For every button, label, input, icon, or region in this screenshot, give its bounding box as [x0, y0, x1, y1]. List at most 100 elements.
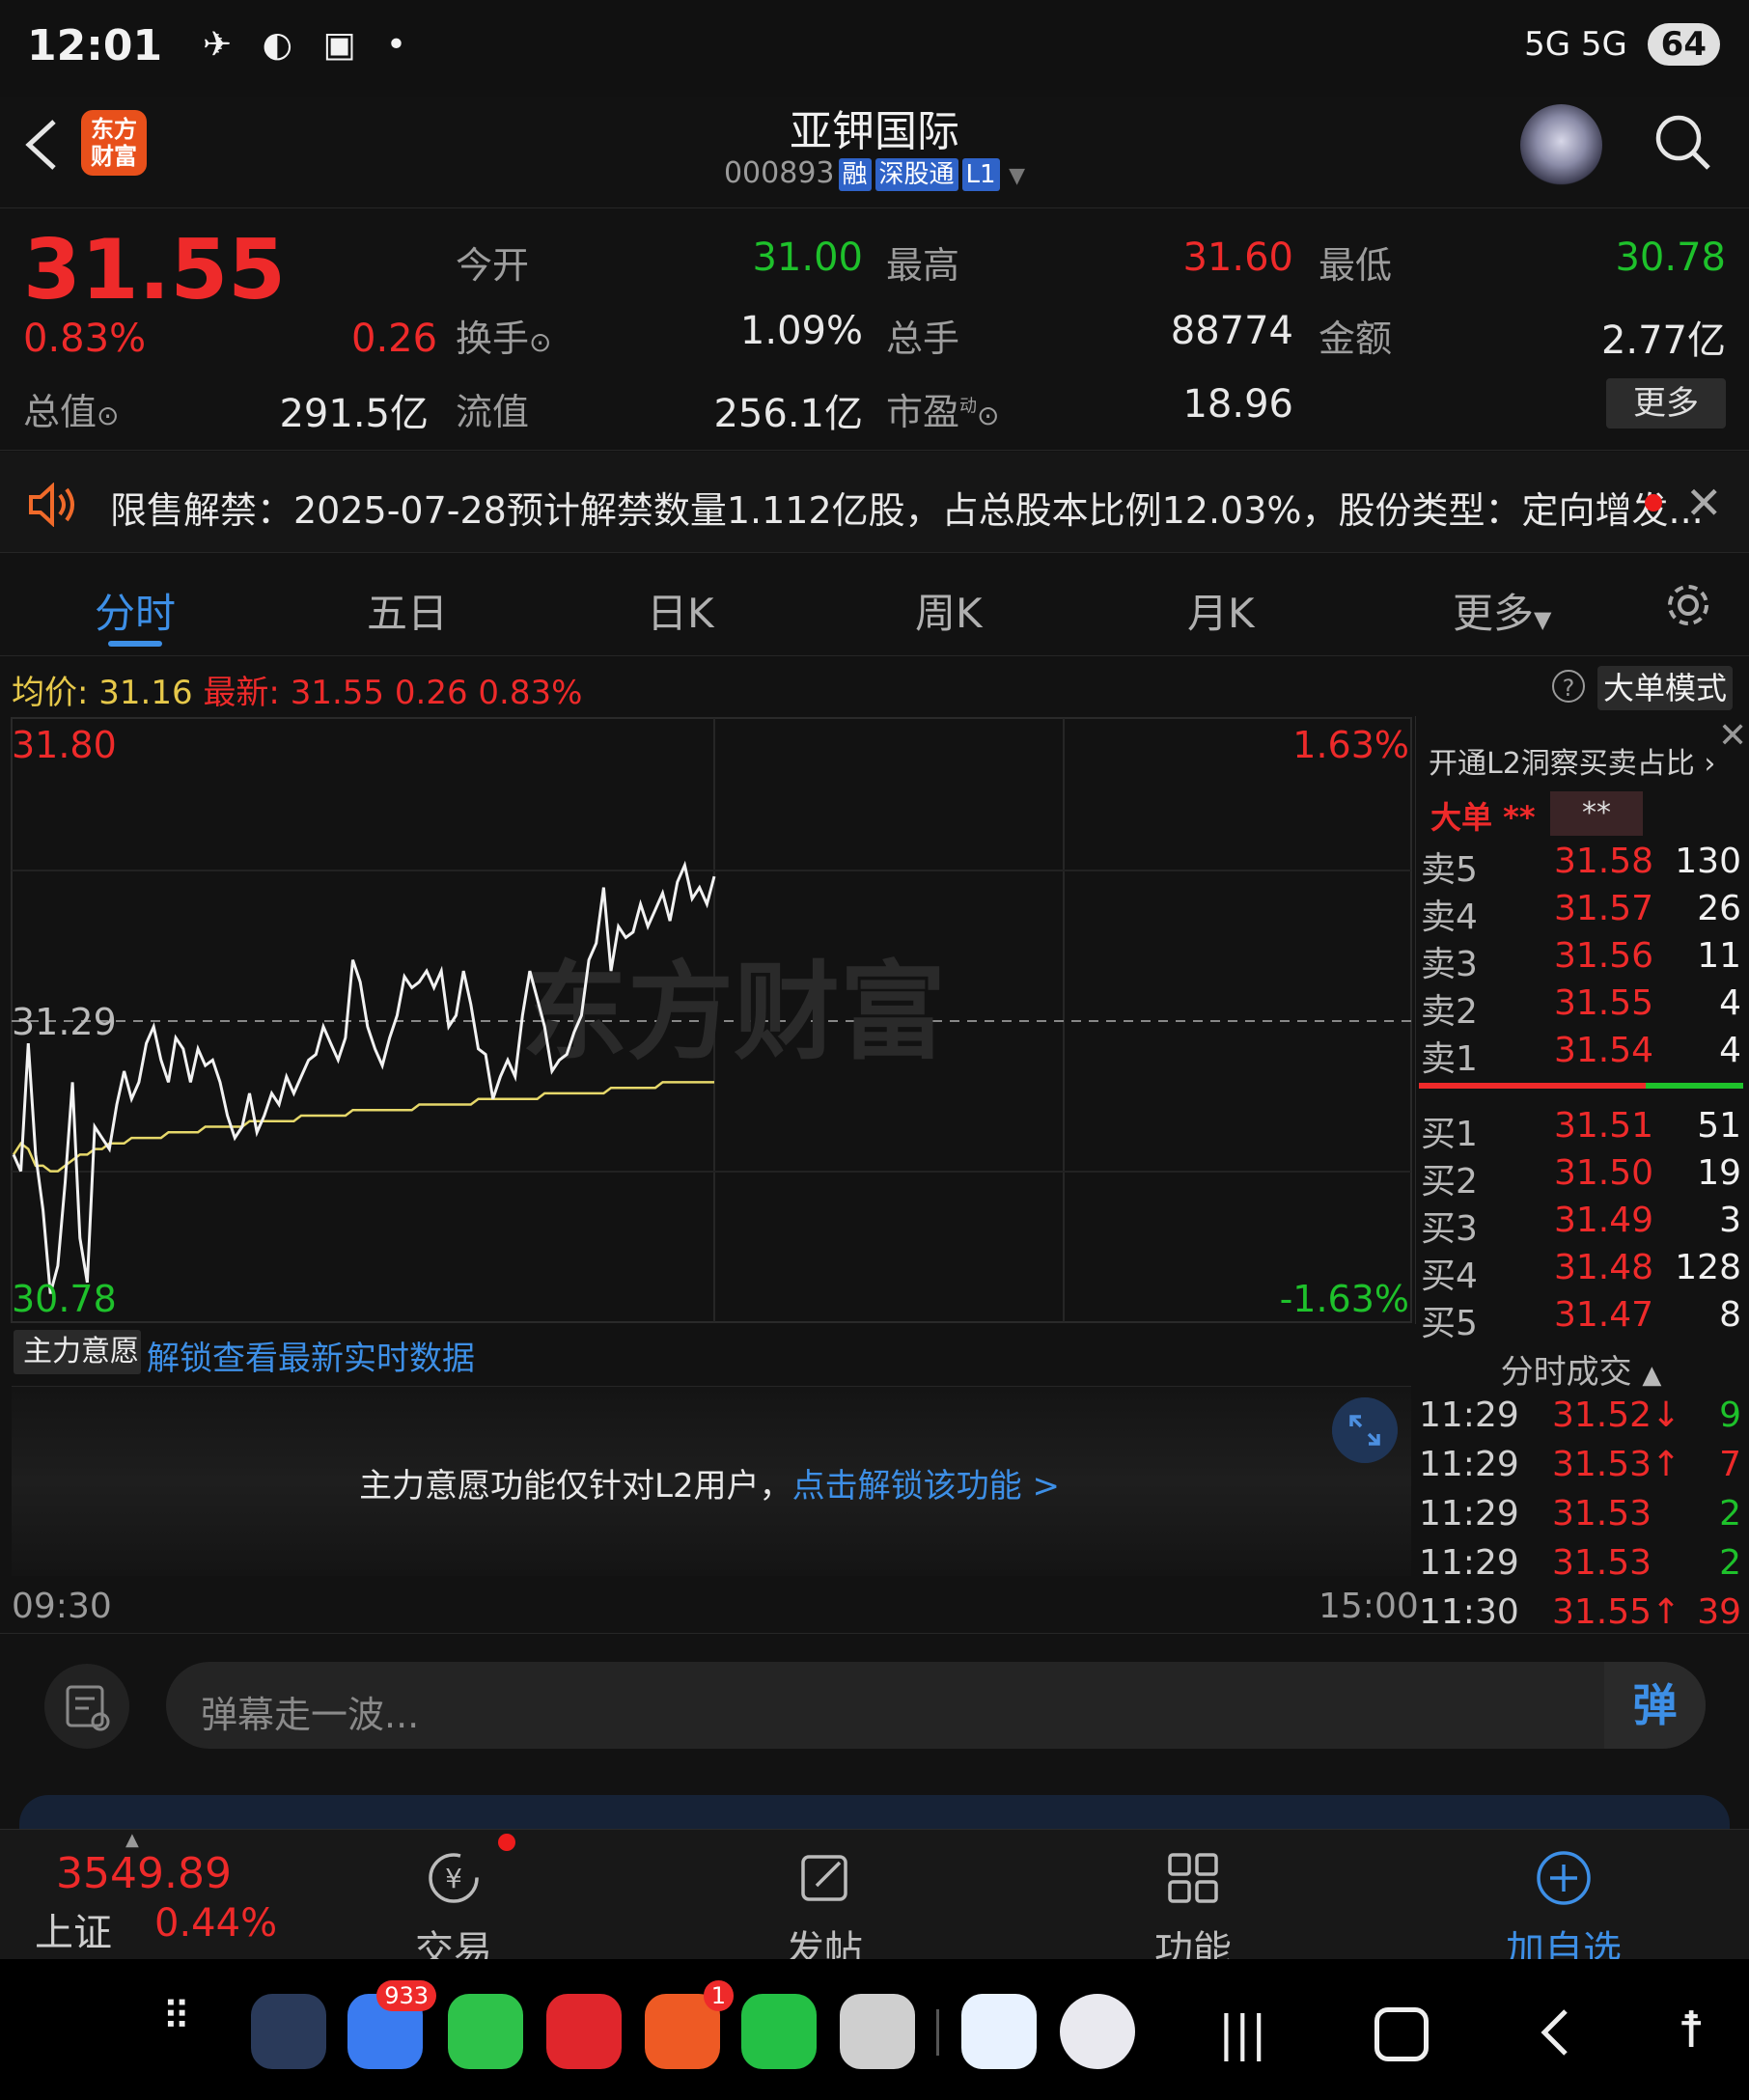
intraday-chart[interactable]: 东方财富 31.80 31.29 30.78 1.63% -1.63%: [0, 716, 1414, 1324]
nav-trade[interactable]: ¥ 交易: [357, 1834, 550, 1975]
phone-app-icon[interactable]: [448, 1994, 523, 2069]
search-icon[interactable]: [1652, 112, 1712, 172]
unlock-feature-link[interactable]: 点击解锁该功能 >: [792, 1467, 1060, 1506]
y-mid-label: 31.29: [12, 1001, 117, 1043]
ask-price: 31.54: [1554, 1031, 1654, 1070]
chevron-down-icon: ▼: [1009, 164, 1026, 188]
finance-app-icon[interactable]: [1060, 1994, 1135, 2069]
svg-text:¥: ¥: [445, 1863, 462, 1894]
notification-icons: ✈ ◐ ▣ •: [203, 25, 417, 65]
tab-intraday[interactable]: 分时: [95, 581, 176, 640]
wechat-app-icon[interactable]: [741, 1994, 817, 2069]
ask-row-2: 卖2 31.55 4: [1419, 983, 1747, 1032]
danmaku-settings-icon[interactable]: [44, 1664, 129, 1749]
notice-dot: [1645, 494, 1662, 511]
camera-app-icon[interactable]: [840, 1994, 915, 2069]
caret-up-icon: ▲: [1642, 1361, 1662, 1390]
nav-post[interactable]: 发帖: [728, 1834, 921, 1975]
badge: 1: [703, 1980, 734, 2011]
robot-assistant-icon[interactable]: [1520, 104, 1602, 186]
trade-price: 31.52↓: [1552, 1395, 1681, 1435]
amount-value: 2.77亿: [1600, 318, 1726, 363]
nav-functions[interactable]: 功能: [1097, 1834, 1290, 1975]
trades-title: 分时成交: [1500, 1353, 1632, 1392]
float-label: 流值: [456, 391, 530, 433]
y-top-label: 31.80: [12, 724, 117, 766]
tab-five-day[interactable]: 五日: [367, 581, 448, 640]
trade-row: 11:29 31.53 2: [1419, 1543, 1747, 1591]
bid-volume: 8: [1719, 1295, 1741, 1335]
bid-row-3: 买3 31.49 3: [1419, 1201, 1747, 1249]
back-nav-icon[interactable]: [1535, 2005, 1573, 2059]
promo-banner-edge[interactable]: [19, 1795, 1730, 1830]
tab-weekly-k[interactable]: 周K: [915, 581, 983, 640]
help-icon[interactable]: ?: [1552, 670, 1585, 703]
more-button[interactable]: 更多: [1606, 378, 1726, 428]
big-order-mode-button[interactable]: 大单模式: [1597, 666, 1733, 710]
gear-icon[interactable]: [1662, 579, 1714, 631]
recorder-app-icon[interactable]: [546, 1994, 622, 2069]
mktcap-label[interactable]: 总值⊙: [23, 382, 119, 435]
notice-text[interactable]: 限售解禁：2025-07-28预计解禁数量1.112亿股，占总股本比例12.03…: [110, 481, 1704, 534]
trade-time: 11:29: [1419, 1494, 1519, 1534]
close-icon[interactable]: ✕: [1718, 716, 1747, 756]
eastmoney-app-icon[interactable]: 1: [645, 1980, 734, 2069]
app-drawer-icon[interactable]: ⠿: [162, 1998, 190, 2036]
browser-app-icon[interactable]: [251, 1994, 326, 2069]
badge: 933: [376, 1980, 436, 2011]
danmaku-send-button[interactable]: 弹: [1604, 1662, 1706, 1749]
trades-toggle[interactable]: 分时成交 ▲: [1419, 1345, 1743, 1393]
ask-label: 卖1: [1421, 1039, 1478, 1079]
ask-label: 卖2: [1421, 992, 1478, 1032]
accessibility-icon[interactable]: ☨: [1678, 2002, 1705, 2059]
turnover-label[interactable]: 换手⊙: [456, 309, 551, 362]
tab-more[interactable]: 更多▼: [1453, 581, 1551, 640]
intent-dropdown[interactable]: 主力意愿 ▼: [14, 1330, 141, 1410]
trade-time: 11:29: [1419, 1395, 1519, 1435]
l2-promo[interactable]: 开通L2洞察买卖占比 ›: [1429, 739, 1715, 782]
close-icon[interactable]: ✕: [1685, 477, 1723, 529]
open-label: 今开: [456, 244, 530, 287]
messages-app-icon[interactable]: 933: [347, 1980, 436, 2069]
home-app-icon[interactable]: [961, 1994, 1037, 2069]
battery-icon: 64: [1647, 23, 1720, 66]
bid-price: 31.50: [1554, 1153, 1654, 1193]
tab-daily-k[interactable]: 日K: [647, 581, 714, 640]
trade-volume: 9: [1719, 1395, 1741, 1435]
status-time: 12:01: [27, 21, 163, 70]
index-value[interactable]: 3549.89: [56, 1849, 232, 1898]
info-icon: ⊙: [529, 326, 552, 358]
chart-info-row: 均价: 31.16 最新: 31.55 0.26 0.83%: [12, 666, 582, 713]
intent-dropdown-label: 主力意愿: [23, 1335, 139, 1368]
ask-row-5: 卖5 31.58 130: [1419, 842, 1747, 890]
trade-price: 31.53↑: [1552, 1445, 1681, 1484]
latest-label: 最新:: [203, 674, 280, 712]
recents-icon[interactable]: |||: [1218, 2005, 1267, 2061]
pe-label[interactable]: 市盈动⊙: [886, 382, 999, 435]
current-price: 31.55: [23, 222, 287, 318]
tab-underline: [108, 641, 162, 647]
bid-row-5: 买5 31.47 8: [1419, 1295, 1747, 1343]
tab-monthly-k[interactable]: 月K: [1187, 581, 1255, 640]
low-label: 最低: [1319, 244, 1393, 287]
bid-label: 买4: [1421, 1257, 1478, 1296]
bid-ratio-fill: [1646, 1083, 1743, 1089]
info-icon: ⊙: [977, 400, 1000, 431]
bid-row-4: 买4 31.48 128: [1419, 1248, 1747, 1296]
unlock-link[interactable]: 解锁查看最新实时数据: [147, 1332, 475, 1379]
change-amount: 0.26: [351, 317, 438, 361]
index-name[interactable]: 上证: [35, 1901, 112, 1957]
expand-icon[interactable]: [1332, 1397, 1398, 1463]
big-order-stars: **: [1503, 799, 1536, 836]
bid-price: 31.49: [1554, 1201, 1654, 1240]
index-percent[interactable]: 0.44%: [154, 1901, 277, 1946]
trade-row: 11:29 31.52↓ 9: [1419, 1395, 1747, 1444]
trade-volume: 7: [1719, 1445, 1741, 1484]
big-order-box: **: [1550, 791, 1643, 836]
tag-connect: 深股通: [874, 158, 958, 191]
y-bottom-label: 30.78: [12, 1278, 117, 1320]
stock-subtitle[interactable]: 000893 融深股通 L1 ▼: [0, 156, 1749, 191]
turnover-value: 1.09%: [739, 309, 863, 353]
nav-add-watchlist[interactable]: 加自选: [1467, 1834, 1660, 1975]
home-icon[interactable]: [1374, 2007, 1429, 2061]
